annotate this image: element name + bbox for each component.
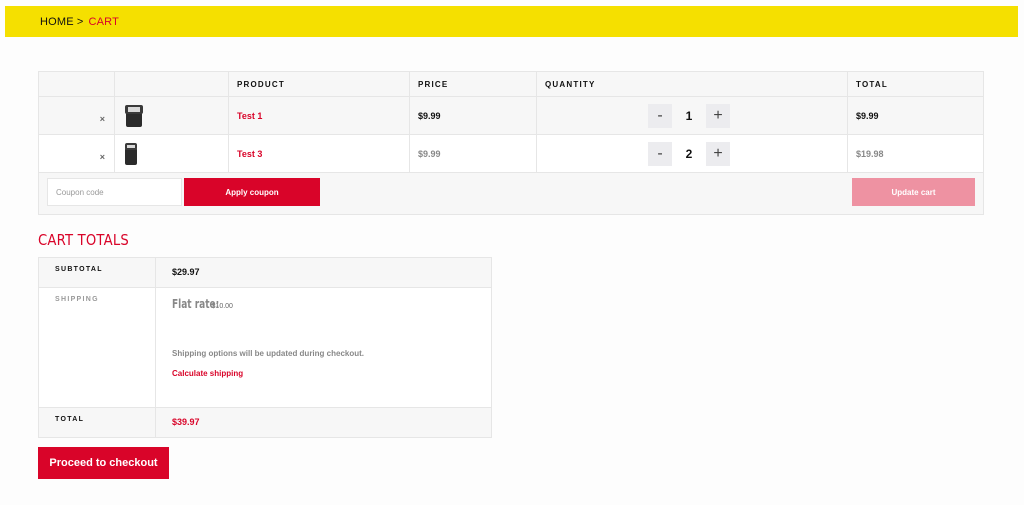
line-total-cell: $19.98 <box>847 134 984 173</box>
calculate-shipping-link[interactable]: Calculate shipping <box>172 369 491 378</box>
product-name-cell: Test 3 <box>228 134 410 173</box>
line-total-cell: $9.99 <box>847 96 984 135</box>
subtotal-label: SUBTOTAL <box>38 257 156 288</box>
line-total: $9.99 <box>856 110 879 121</box>
shipping-label: SHIPPING <box>38 287 156 408</box>
cart-item-row: × Test 3 $9.99 - 2 + $19.98 <box>38 134 984 173</box>
total-row: TOTAL $39.97 <box>38 407 492 438</box>
total-label: TOTAL <box>38 407 156 438</box>
shipping-cell: Flat rate: $10.00 Shipping options will … <box>155 287 492 408</box>
breadcrumb-separator: > <box>76 15 84 28</box>
header-price: PRICE <box>409 71 537 97</box>
price-cell: $9.99 <box>409 96 537 135</box>
product-name-cell: Test 1 <box>228 96 410 135</box>
cart-totals-table: SUBTOTAL $29.97 SHIPPING Flat rate: $10.… <box>38 257 492 438</box>
subtotal-row: SUBTOTAL $29.97 <box>38 257 492 288</box>
quantity-decrease-button[interactable]: - <box>648 141 672 166</box>
remove-item-icon[interactable]: × <box>100 152 105 162</box>
quantity-value[interactable]: 1 <box>672 109 706 123</box>
product-link[interactable]: Test 3 <box>237 149 262 159</box>
subtotal-value: $29.97 <box>172 267 200 277</box>
subtotal-cell: $29.97 <box>155 257 492 288</box>
quantity-stepper: - 1 + <box>545 103 847 128</box>
quantity-cell: - 2 + <box>536 134 848 173</box>
remove-cell: × <box>38 96 115 135</box>
thumbnail-cell <box>114 134 229 173</box>
breadcrumb-home-link[interactable]: HOME <box>40 16 74 28</box>
shipping-note: Shipping options will be updated during … <box>172 349 364 358</box>
remove-item-icon[interactable]: × <box>100 114 105 124</box>
cart-item-row: × Test 1 $9.99 - 1 + $9.99 <box>38 96 984 135</box>
remove-cell: × <box>38 134 115 173</box>
product-thumbnail-flash-icon[interactable] <box>125 104 143 127</box>
header-remove <box>38 71 115 97</box>
quantity-increase-button[interactable]: + <box>706 103 730 128</box>
cart-totals-title: CART TOTALS <box>38 231 129 249</box>
shipping-row: SHIPPING Flat rate: $10.00 Shipping opti… <box>38 287 492 408</box>
quantity-stepper: - 2 + <box>545 141 847 166</box>
proceed-to-checkout-button[interactable]: Proceed to checkout <box>38 447 169 479</box>
quantity-increase-button[interactable]: + <box>706 141 730 166</box>
total-cell: $39.97 <box>155 407 492 438</box>
price-cell: $9.99 <box>409 134 537 173</box>
breadcrumb: HOME > CART <box>5 6 1018 37</box>
update-cart-button[interactable]: Update cart <box>852 178 975 206</box>
thumbnail-cell <box>114 96 229 135</box>
product-price: $9.99 <box>418 148 441 159</box>
header-total: TOTAL <box>847 71 984 97</box>
breadcrumb-current: CART <box>88 15 119 28</box>
quantity-cell: - 1 + <box>536 96 848 135</box>
product-link[interactable]: Test 1 <box>237 111 262 121</box>
quantity-value[interactable]: 2 <box>672 147 706 161</box>
total-value: $39.97 <box>172 417 200 427</box>
flat-rate-label: Flat rate: <box>172 297 220 311</box>
header-product: PRODUCT <box>228 71 410 97</box>
product-price: $9.99 <box>418 110 441 121</box>
coupon-code-input[interactable] <box>47 178 182 206</box>
quantity-decrease-button[interactable]: - <box>648 103 672 128</box>
apply-coupon-button[interactable]: Apply coupon <box>184 178 320 206</box>
line-total: $19.98 <box>856 148 884 159</box>
header-thumbnail <box>114 71 229 97</box>
product-thumbnail-flash-icon[interactable] <box>125 142 137 165</box>
cart-table-header: PRODUCT PRICE QUANTITY TOTAL <box>38 71 984 97</box>
header-quantity: QUANTITY <box>536 71 848 97</box>
